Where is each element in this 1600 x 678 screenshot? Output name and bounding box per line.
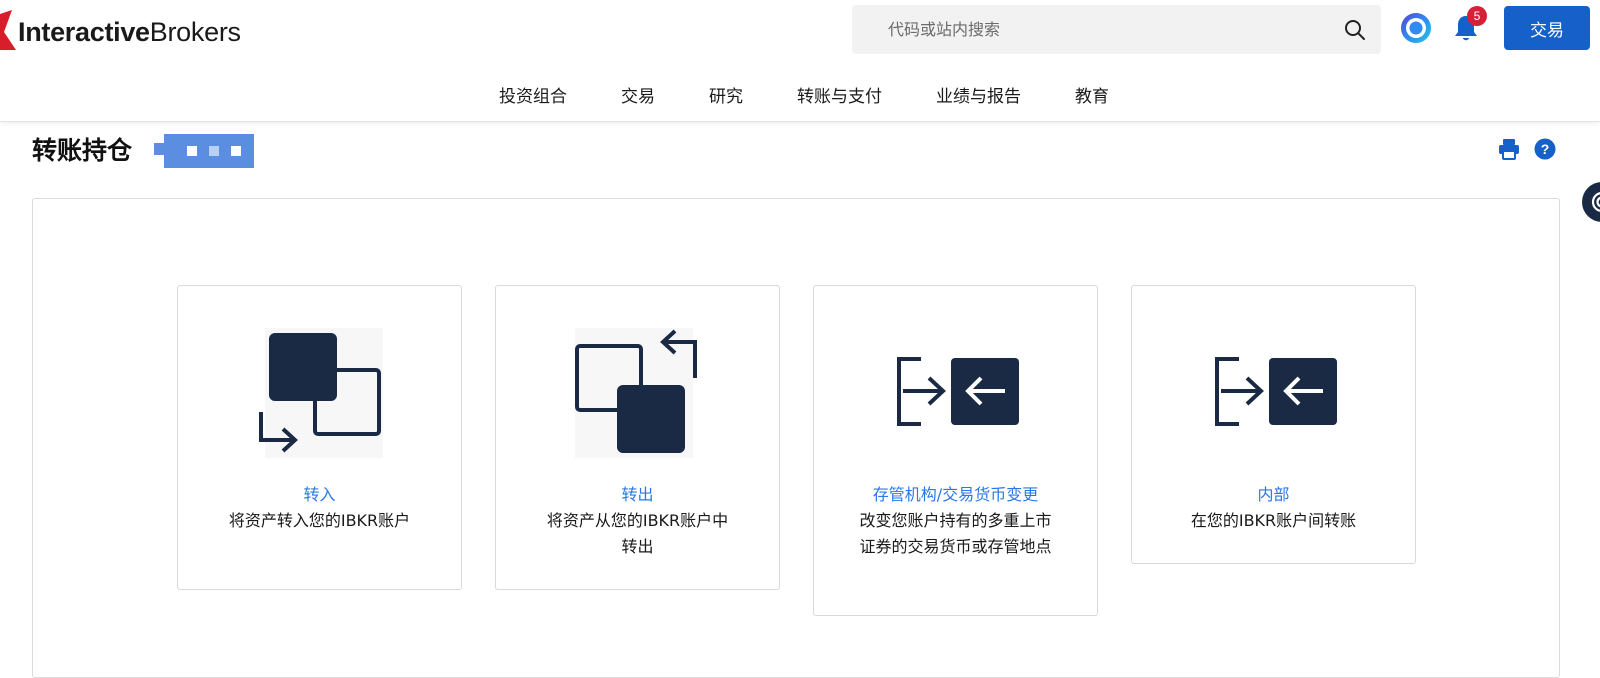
card-description: 将资产转入您的IBKR账户 [178, 508, 461, 534]
notification-count-badge: 5 [1467, 6, 1487, 26]
search-input[interactable] [852, 5, 1312, 54]
chat-widget-icon[interactable] [1582, 182, 1600, 222]
nav-item-education[interactable]: 教育 [1075, 82, 1109, 107]
print-icon[interactable] [1498, 138, 1520, 160]
ibkr-logo-text: InteractiveBrokers [18, 17, 241, 48]
nav-item-performance-reports[interactable]: 业绩与报告 [936, 82, 1021, 107]
internal-transfer-card[interactable]: 内部 在您的IBKR账户间转账 [1131, 285, 1416, 564]
top-header: InteractiveBrokers 5 交易 [0, 0, 1600, 122]
transfer-in-card[interactable]: 转入 将资产转入您的IBKR账户 [177, 285, 462, 590]
page-title: 转账持仓 [32, 131, 132, 167]
main-nav: 投资组合 交易 研究 转账与支付 业绩与报告 教育 [0, 82, 1600, 107]
card-description: 在您的IBKR账户间转账 [1132, 508, 1415, 534]
custodian-change-icon [893, 328, 1019, 458]
card-description: 改变您账户持有的多重上市证券的交易货币或存管地点 [814, 508, 1097, 560]
card-title: 转入 [178, 482, 461, 508]
nav-item-trade[interactable]: 交易 [621, 82, 655, 107]
card-description: 将资产从您的IBKR账户中转出 [496, 508, 779, 560]
ibot-assistant-icon[interactable] [1400, 12, 1432, 44]
card-title: 转出 [496, 482, 779, 508]
transfer-out-card[interactable]: 转出 将资产从您的IBKR账户中转出 [495, 285, 780, 590]
transfer-in-icon [257, 328, 383, 458]
help-icon[interactable]: ? [1534, 138, 1556, 160]
trade-button[interactable]: 交易 [1504, 6, 1590, 50]
nav-item-portfolio[interactable]: 投资组合 [499, 82, 567, 107]
transfer-out-icon [575, 328, 701, 458]
nav-item-transfer-pay[interactable]: 转账与支付 [797, 82, 882, 107]
custodian-currency-change-card[interactable]: 存管机构/交易货币变更 改变您账户持有的多重上市证券的交易货币或存管地点 [813, 285, 1098, 616]
nav-item-research[interactable]: 研究 [709, 82, 743, 107]
card-title: 内部 [1132, 482, 1415, 508]
search-bar [852, 5, 1381, 54]
ibkr-logo[interactable]: InteractiveBrokers [0, 10, 241, 54]
card-title: 存管机构/交易货币变更 [814, 482, 1097, 508]
search-icon[interactable] [1343, 18, 1367, 42]
account-selector[interactable] [154, 134, 254, 168]
ibkr-logo-mark-icon [0, 10, 18, 54]
svg-text:?: ? [1541, 141, 1550, 157]
internal-transfer-icon [1211, 328, 1337, 458]
